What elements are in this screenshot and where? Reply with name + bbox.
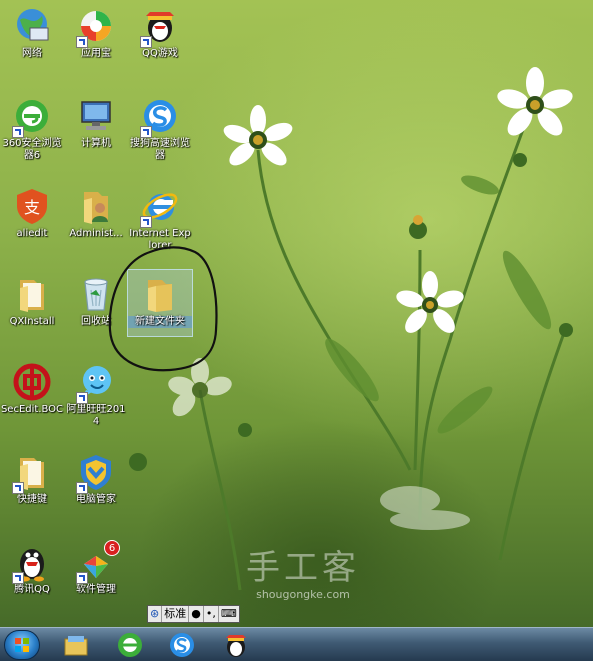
folder-icon xyxy=(12,274,52,314)
desktop-icon-qq-games[interactable]: QQ游戏 xyxy=(128,6,192,60)
desktop-icon-new-folder[interactable]: 新建文件夹 xyxy=(127,269,193,337)
update-count-badge: 6 xyxy=(104,540,120,556)
shortcut-arrow-icon xyxy=(140,216,152,228)
ime-mode-button[interactable]: 标准 xyxy=(162,606,190,622)
shortcut-arrow-icon xyxy=(76,392,88,404)
desktop-icon-sogou-browser[interactable]: 搜狗高速浏览器 xyxy=(128,96,192,162)
icon-label: 电脑管家 xyxy=(76,494,116,505)
icon-label: 360安全浏览器6 xyxy=(2,138,62,161)
desktop-icon-aliedit[interactable]: 支 aliedit xyxy=(0,186,64,240)
desktop-icon-network[interactable]: 网络 xyxy=(0,6,64,60)
svg-text:支: 支 xyxy=(24,198,40,217)
pc-manager-shield-icon xyxy=(76,452,116,494)
windows-logo-icon xyxy=(15,638,29,652)
ime-keyboard-icon[interactable]: ⌨ xyxy=(219,606,239,622)
folder-library-icon xyxy=(64,636,88,656)
sogou-browser-icon xyxy=(170,633,194,657)
ime-logo-icon[interactable]: ⊛ xyxy=(148,606,163,622)
aliwangwang-icon xyxy=(76,362,116,404)
360-browser-icon xyxy=(12,96,52,138)
yingyongbao-icon xyxy=(76,6,116,48)
icon-label: 计算机 xyxy=(81,138,111,149)
boc-logo-icon xyxy=(12,362,52,402)
desktop-icon-qxinstall[interactable]: QXInstall xyxy=(0,274,64,328)
icon-label: QQ游戏 xyxy=(142,48,178,59)
watermark-url: shougongke.com xyxy=(256,588,350,601)
qq-games-icon xyxy=(140,6,180,48)
icon-label: 新建文件夹 xyxy=(128,316,192,328)
desktop-icon-yingyongbao[interactable]: 应用宝 xyxy=(64,6,128,60)
taskbar-sogou-browser-button[interactable] xyxy=(168,631,196,659)
shortcut-arrow-icon xyxy=(140,36,152,48)
icon-label: Administ... xyxy=(69,228,123,239)
icon-label: 搜狗高速浏览器 xyxy=(130,138,190,161)
shortcut-arrow-icon xyxy=(76,36,88,48)
icon-label: 快捷键 xyxy=(17,494,47,505)
watermark: 手工客 shougongke.com xyxy=(228,548,378,601)
desktop-icon-computer[interactable]: 计算机 xyxy=(64,96,128,150)
360-browser-icon xyxy=(118,633,142,657)
icon-label: 回收站 xyxy=(81,316,111,327)
watermark-title: 手工客 xyxy=(246,548,360,588)
icon-label: Internet Explorer xyxy=(129,228,191,251)
aliedit-shield-icon: 支 xyxy=(12,186,52,226)
desktop-icon-administrator[interactable]: Administ... xyxy=(64,186,128,240)
shortcut-arrow-icon xyxy=(76,572,88,584)
icon-label: 网络 xyxy=(22,48,42,59)
shortcut-arrow-icon xyxy=(12,126,24,138)
shortcut-arrow-icon xyxy=(140,126,152,138)
desktop-icon-shortcut-keys[interactable]: 快捷键 xyxy=(0,452,64,506)
icon-label: 腾讯QQ xyxy=(14,584,50,595)
ime-toolbar[interactable]: ⊛ 标准 ● •, ⌨ xyxy=(147,605,240,623)
folder-icon xyxy=(12,452,52,494)
internet-explorer-icon xyxy=(140,186,180,228)
desktop-icon-internet-explorer[interactable]: Internet Explorer xyxy=(128,186,192,252)
icon-label: 应用宝 xyxy=(81,48,111,59)
folder-icon xyxy=(140,274,180,314)
desktop[interactable]: 网络 360安全浏览器6 支 aliedit QXInstall SecEdit… xyxy=(0,0,593,661)
icon-label: 软件管理 xyxy=(76,584,116,595)
desktop-icon-software-manager[interactable]: 6 软件管理 xyxy=(64,540,128,596)
icon-label: SecEdit.BOC xyxy=(0,404,64,415)
desktop-icon-360-browser[interactable]: 360安全浏览器6 xyxy=(0,96,64,162)
desktop-icon-pc-manager[interactable]: 电脑管家 xyxy=(64,452,128,506)
icon-label: aliedit xyxy=(16,228,48,239)
network-icon xyxy=(12,6,52,46)
icon-label: QXInstall xyxy=(9,316,55,327)
desktop-icon-tencent-qq[interactable]: 腾讯QQ xyxy=(0,542,64,596)
taskbar-explorer-button[interactable] xyxy=(62,631,90,659)
user-folder-icon xyxy=(76,186,116,226)
recycle-bin-icon xyxy=(76,274,116,314)
taskbar-360-browser-button[interactable] xyxy=(116,631,144,659)
desktop-icon-recycle-bin[interactable]: 回收站 xyxy=(64,274,128,328)
desktop-icon-aliwangwang[interactable]: 阿里旺旺2014 xyxy=(64,362,128,428)
ime-fullwidth-toggle[interactable]: ● xyxy=(189,606,204,622)
ime-punctuation-toggle[interactable]: •, xyxy=(204,606,219,622)
software-manager-icon: 6 xyxy=(76,540,120,584)
sogou-browser-icon xyxy=(140,96,180,138)
qq-penguin-icon xyxy=(12,542,52,584)
icon-label: 阿里旺旺2014 xyxy=(66,404,126,427)
qq-games-icon xyxy=(226,635,246,657)
shortcut-arrow-icon xyxy=(12,482,24,494)
taskbar-qq-games-button[interactable] xyxy=(222,631,250,659)
start-button[interactable] xyxy=(4,630,40,660)
shortcut-arrow-icon xyxy=(76,482,88,494)
computer-icon xyxy=(76,96,116,136)
desktop-icon-secedit[interactable]: SecEdit.BOC xyxy=(0,362,64,416)
taskbar xyxy=(0,627,593,661)
shortcut-arrow-icon xyxy=(12,572,24,584)
